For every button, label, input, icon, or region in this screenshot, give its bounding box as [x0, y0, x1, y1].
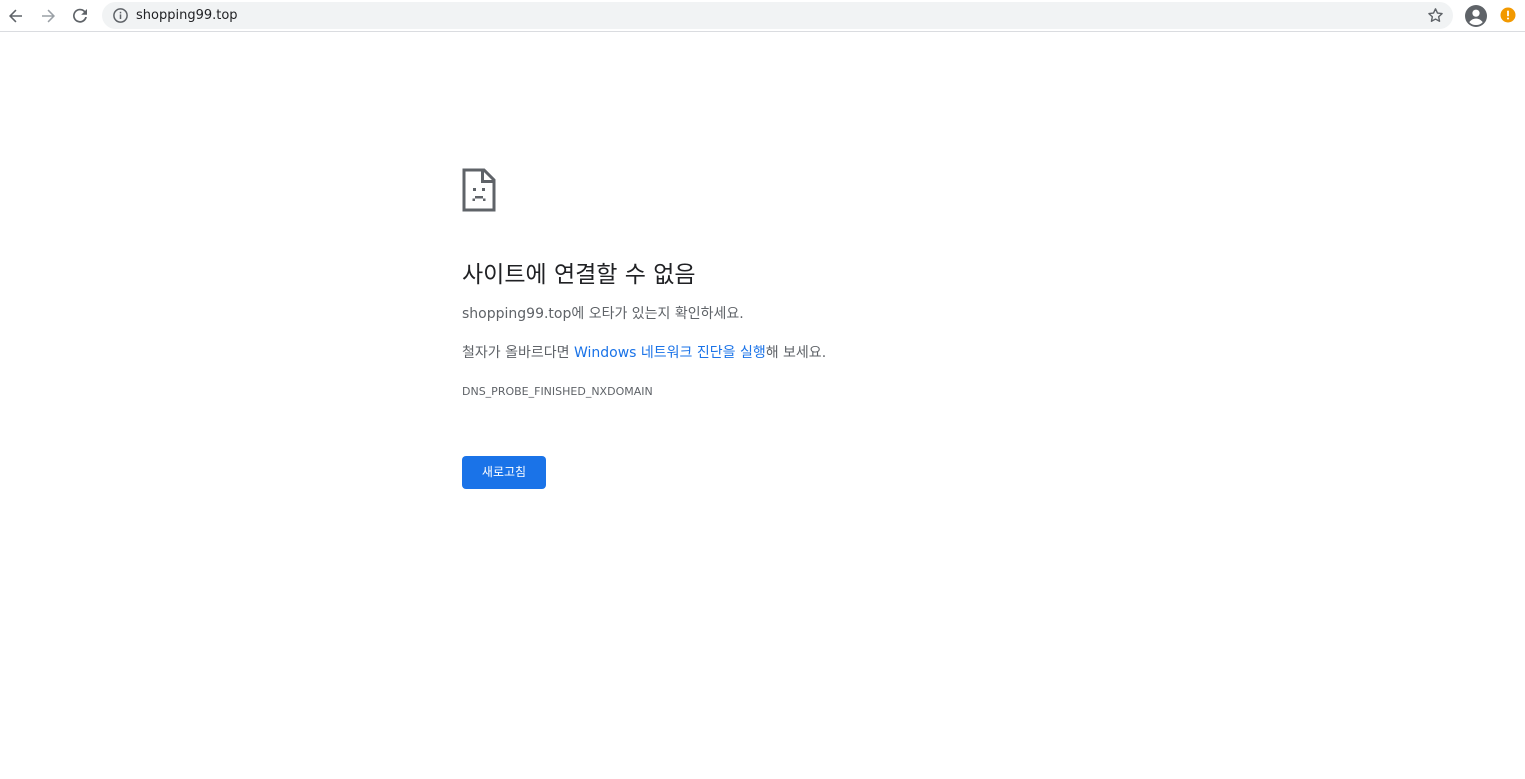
- back-button[interactable]: [4, 4, 28, 28]
- error-title: 사이트에 연결할 수 없음: [462, 262, 696, 288]
- reload-icon: [73, 8, 87, 23]
- reload-button[interactable]: 새로고침: [462, 456, 546, 489]
- error-message-rest: 에 오타가 있는지 확인하세요.: [571, 306, 744, 322]
- suggestion-prefix: 철자가 올바르다면: [462, 345, 574, 361]
- sad-document-icon: [462, 168, 496, 212]
- star-icon[interactable]: [1426, 6, 1445, 25]
- error-domain: shopping99.top: [462, 306, 572, 322]
- error-suggestion: 철자가 올바르다면 Windows 네트워크 진단을 실행해 보세요.: [462, 343, 1082, 363]
- browser-toolbar: shopping99.top: [0, 0, 1525, 32]
- info-icon[interactable]: [112, 7, 129, 24]
- arrow-right-icon: [42, 9, 55, 23]
- forward-button[interactable]: [36, 4, 60, 28]
- url-text[interactable]: shopping99.top: [136, 7, 238, 24]
- reload-page-button[interactable]: [68, 4, 92, 28]
- network-diagnostics-link[interactable]: Windows 네트워크 진단을 실행: [574, 345, 766, 361]
- account-circle-icon[interactable]: [1464, 4, 1488, 28]
- address-bar[interactable]: shopping99.top: [102, 2, 1453, 29]
- suggestion-suffix: 해 보세요.: [765, 345, 827, 361]
- arrow-left-icon: [9, 9, 22, 23]
- alert-circle-icon[interactable]: [1500, 7, 1516, 23]
- error-content: 사이트에 연결할 수 없음 shopping99.top에 오타가 있는지 확인…: [462, 168, 1082, 489]
- error-code: DNS_PROBE_FINISHED_NXDOMAIN: [462, 385, 653, 398]
- error-message: shopping99.top에 오타가 있는지 확인하세요.: [462, 304, 1082, 324]
